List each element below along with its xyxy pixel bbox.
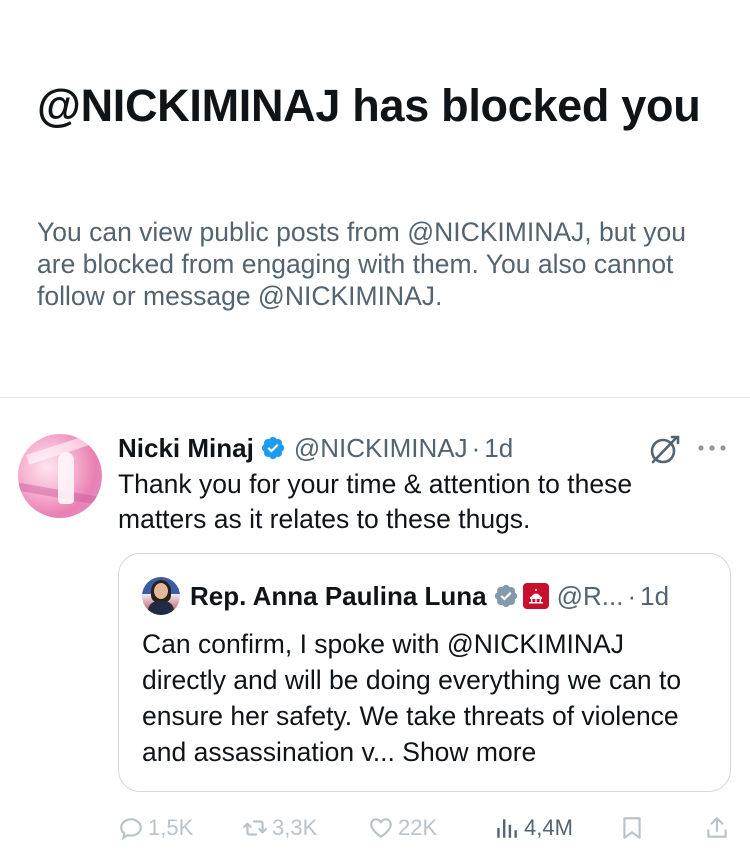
author-handle[interactable]: @NICKIMINAJ [294,433,468,464]
like-button[interactable]: 22K [368,808,437,848]
avatar[interactable] [18,434,102,518]
quote-author-name[interactable]: Rep. Anna Paulina Luna [190,581,487,612]
capitol-dome-icon [528,589,543,604]
share-button[interactable] [704,808,734,848]
quote-avatar[interactable] [142,577,180,615]
views-button[interactable]: 4,4M [494,808,573,848]
share-icon [707,817,727,838]
repost-button[interactable]: 3,3K [242,808,317,848]
separator-dot: · [471,432,481,463]
views-icon [497,819,517,838]
blocked-notice: @NICKIMINAJ has blocked you You can view… [0,0,750,397]
reply-button[interactable]: 1,5K [118,808,193,848]
reply-icon [120,818,142,840]
bookmark-button[interactable] [619,808,649,848]
repost-count: 3,3K [272,815,318,840]
bookmark-icon [623,817,641,839]
separator-dot: · [627,580,637,611]
reply-count: 1,5K [148,815,194,840]
views-count: 4,4M [524,815,573,840]
more-icon[interactable] [695,438,729,458]
verified-badge-icon [261,436,284,460]
post-text: Thank you for your time & attention to t… [118,469,633,534]
quote-text: Can confirm, I spoke with @NICKIMINAJ di… [142,626,712,770]
post-actions: 1,5K 3,3K 22K 4,4M [0,808,750,848]
blocked-description: You can view public posts from @NICKIMIN… [37,217,686,311]
post-time[interactable]: 1d [484,433,513,464]
show-more-link[interactable]: Show more [402,737,536,767]
heart-icon [370,818,392,838]
post-header: Nicki Minaj @NICKIMINAJ · 1d [118,431,513,465]
gray-verified-badge-icon [494,584,517,608]
repost-icon [243,820,267,836]
capitol-affiliate-icon[interactable] [522,583,549,609]
author-name[interactable]: Nicki Minaj [118,433,254,464]
quote-author-handle[interactable]: @R... [557,581,624,612]
like-count: 22K [398,815,438,840]
quote-header: Rep. Anna Paulina Luna @R... · 1d [190,579,669,613]
blocked-title: @NICKIMINAJ has blocked you [37,80,701,131]
quote-time[interactable]: 1d [640,581,669,612]
quoted-post[interactable]: Rep. Anna Paulina Luna @R... · 1d Can co… [118,553,731,792]
grok-icon[interactable] [647,433,681,467]
post[interactable]: Nicki Minaj @NICKIMINAJ · 1d Thank you f… [0,398,750,861]
